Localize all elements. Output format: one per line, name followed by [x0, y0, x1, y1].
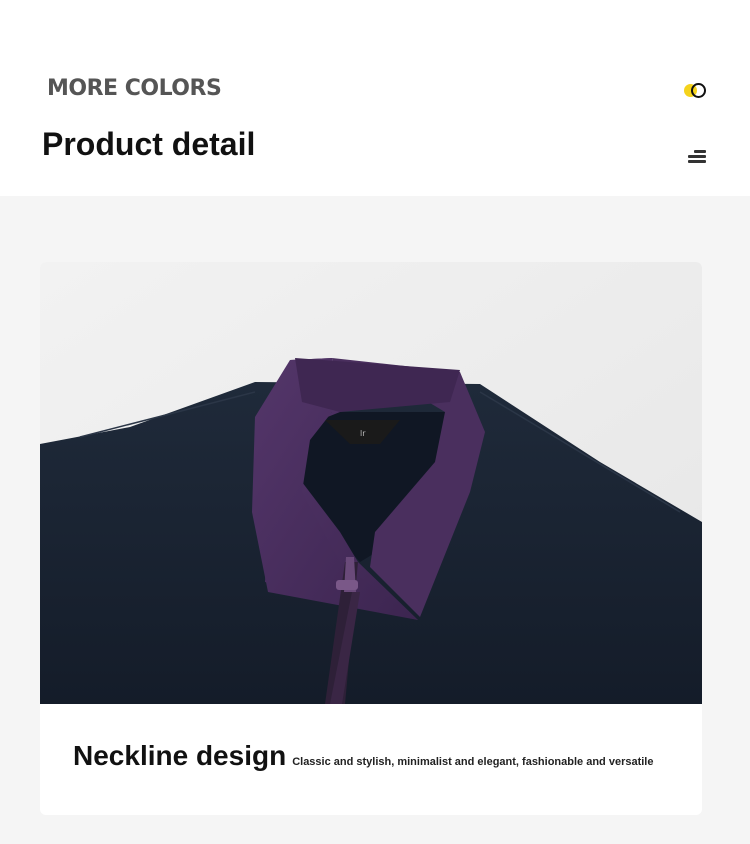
menu-line: [694, 150, 706, 153]
caption: Neckline design Classic and stylish, mini…: [73, 740, 653, 772]
color-toggle-icon[interactable]: [683, 82, 711, 100]
product-detail-card: lr Neckline design Classic and stylish, m…: [40, 262, 702, 815]
ring-icon: [691, 83, 706, 98]
menu-icon[interactable]: [686, 148, 708, 166]
page-title: Product detail: [42, 126, 256, 162]
menu-line: [688, 155, 706, 158]
caption-title: Neckline design: [73, 740, 287, 771]
caption-description: Classic and stylish, minimalist and eleg…: [292, 756, 654, 768]
more-colors-label[interactable]: MORE COLORS: [47, 76, 222, 101]
svg-text:lr: lr: [360, 429, 366, 438]
product-photo: lr: [40, 262, 702, 704]
page-header: MORE COLORS Product detail: [0, 0, 750, 196]
menu-line: [688, 160, 706, 163]
